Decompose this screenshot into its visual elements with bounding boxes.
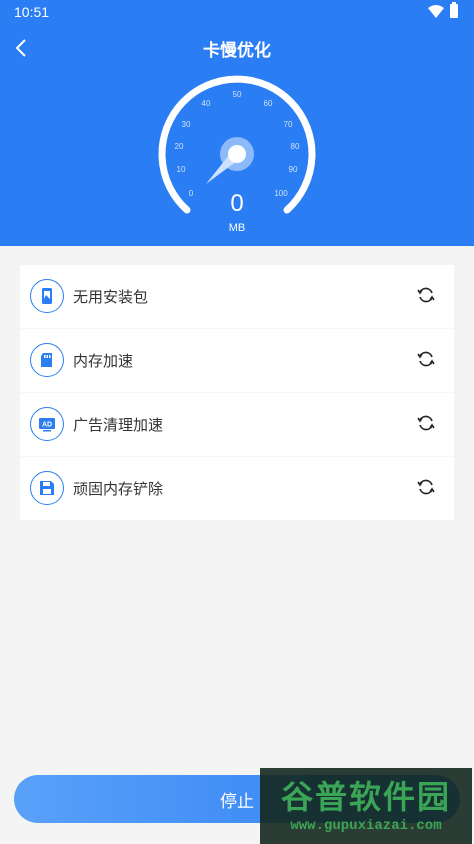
gauge-unit: MB bbox=[228, 222, 246, 234]
package-icon bbox=[30, 279, 64, 313]
task-item-memory: 内存加速 bbox=[20, 329, 454, 393]
wifi-icon bbox=[428, 5, 444, 18]
ad-icon: AD bbox=[30, 407, 64, 441]
watermark-url: www.gupuxiazai.com bbox=[290, 818, 442, 834]
task-item-package: 无用安装包 bbox=[20, 265, 454, 329]
task-label: 广告清理加速 bbox=[73, 416, 164, 434]
refresh-icon bbox=[416, 349, 436, 369]
task-label: 顽固内存铲除 bbox=[73, 480, 164, 498]
refresh-icon bbox=[416, 477, 436, 497]
gauge-tick: 70 bbox=[284, 120, 293, 129]
task-item-stubborn-memory: 顽固内存铲除 bbox=[20, 457, 454, 521]
battery-icon bbox=[450, 2, 458, 18]
watermark-logo-text: 谷普软件园 bbox=[280, 778, 451, 816]
gauge-tick: 50 bbox=[233, 90, 242, 99]
gauge-tick: 60 bbox=[264, 99, 273, 108]
sd-card-icon bbox=[30, 343, 64, 377]
status-bar: 10:51 bbox=[0, 0, 474, 24]
task-item-ad-clean: AD 广告清理加速 bbox=[20, 393, 454, 457]
watermark: 谷普软件园 www.gupuxiazai.com bbox=[260, 768, 472, 844]
gauge-tick: 20 bbox=[175, 142, 184, 151]
header: 10:51 卡慢优化 0 10 20 30 40 50 60 70 80 90 … bbox=[0, 0, 474, 246]
task-label: 无用安装包 bbox=[73, 288, 149, 306]
status-time: 10:51 bbox=[14, 4, 50, 20]
save-icon bbox=[30, 471, 64, 505]
gauge-tick: 10 bbox=[177, 165, 186, 174]
refresh-icon bbox=[416, 285, 436, 305]
page-title: 卡慢优化 bbox=[203, 41, 271, 61]
gauge-value: 0 bbox=[230, 190, 244, 217]
gauge-tick: 90 bbox=[289, 165, 298, 174]
gauge-tick: 80 bbox=[291, 142, 300, 151]
svg-text:AD: AD bbox=[42, 422, 52, 429]
gauge-tick: 40 bbox=[202, 99, 211, 108]
refresh-icon bbox=[416, 413, 436, 433]
task-list: 无用安装包 内存加速 AD 广告清理加速 顽固内存铲除 bbox=[20, 265, 454, 520]
gauge-tick: 30 bbox=[182, 120, 191, 129]
task-label: 内存加速 bbox=[73, 352, 134, 370]
